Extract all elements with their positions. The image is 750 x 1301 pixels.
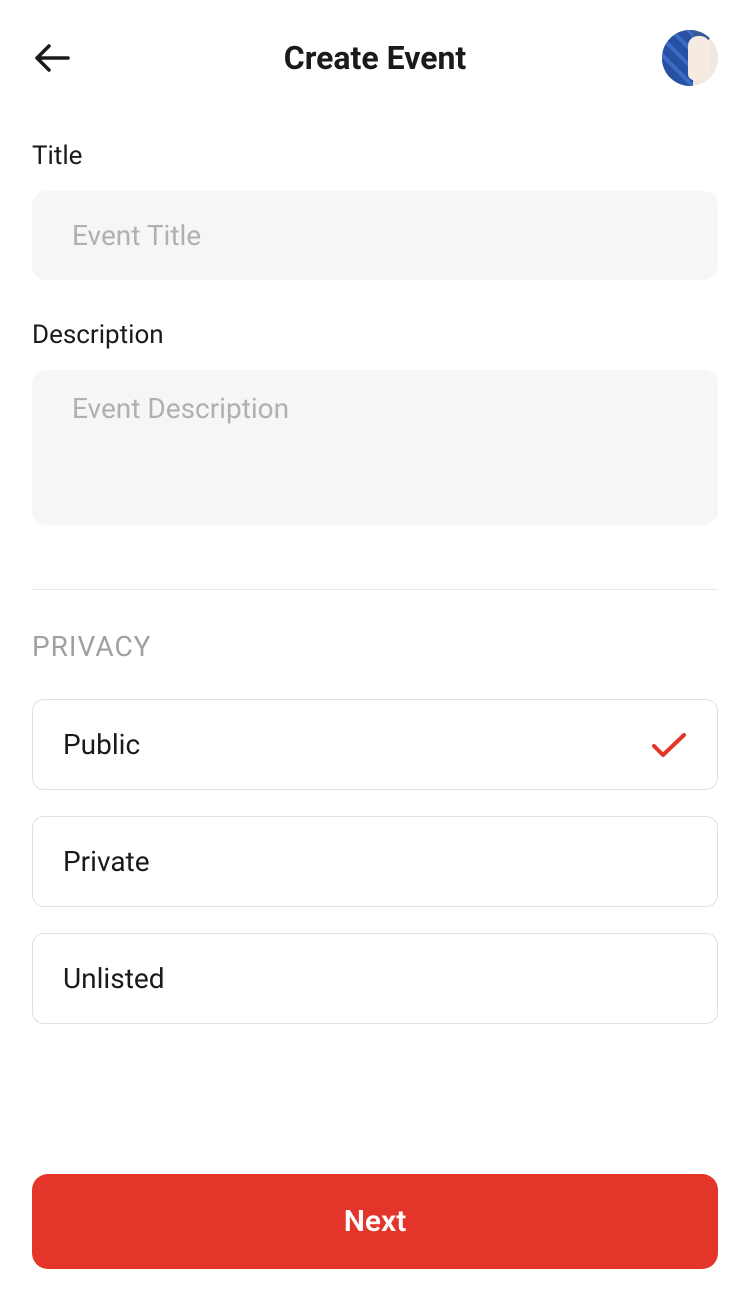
page-title: Create Event [284, 39, 466, 77]
description-input[interactable] [32, 370, 718, 525]
check-icon [651, 731, 687, 759]
back-button[interactable] [32, 38, 72, 78]
title-input[interactable] [32, 191, 718, 280]
section-divider [32, 589, 718, 590]
back-arrow-icon [34, 43, 70, 73]
privacy-option-private[interactable]: Private [32, 816, 718, 907]
privacy-option-label: Unlisted [63, 962, 165, 995]
privacy-section-header: PRIVACY [32, 630, 718, 663]
privacy-option-label: Public [63, 728, 140, 761]
title-label: Title [32, 141, 718, 171]
privacy-option-public[interactable]: Public [32, 699, 718, 790]
footer: Next [32, 1174, 718, 1269]
profile-avatar[interactable] [662, 30, 718, 86]
description-label: Description [32, 320, 718, 350]
form-content: Title Description PRIVACY Public Private… [0, 116, 750, 1024]
privacy-option-label: Private [63, 845, 150, 878]
header: Create Event [0, 0, 750, 116]
privacy-option-unlisted[interactable]: Unlisted [32, 933, 718, 1024]
privacy-options: Public Private Unlisted [32, 699, 718, 1024]
next-button[interactable]: Next [32, 1174, 718, 1269]
